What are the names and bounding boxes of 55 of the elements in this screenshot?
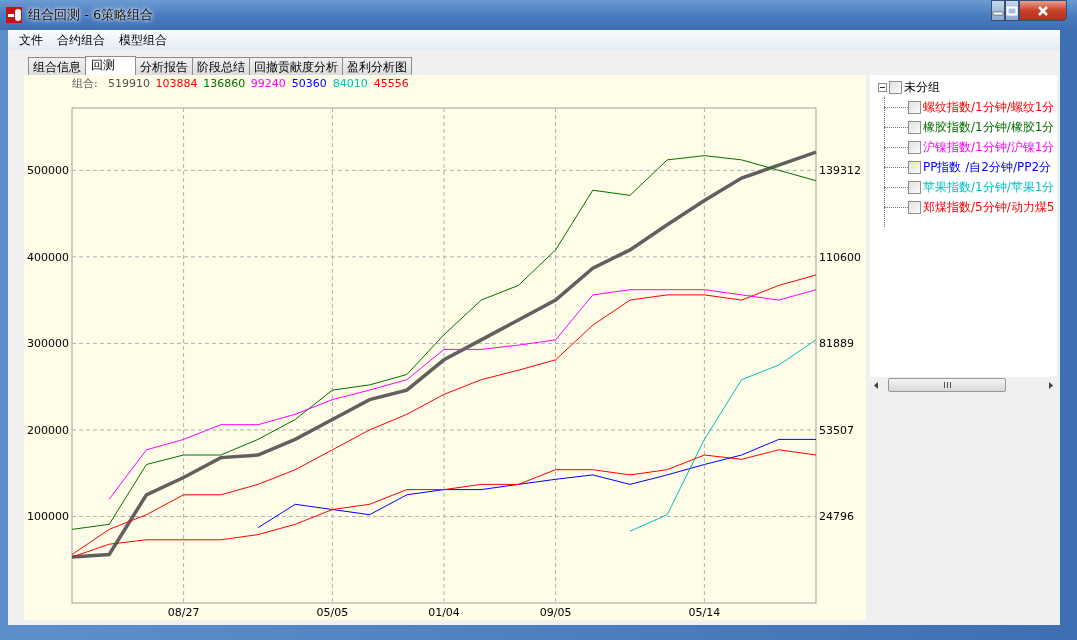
tree-item-label[interactable]: 螺纹指数/1分钟/螺纹1分	[923, 98, 1055, 116]
right-axis-label: 53507	[819, 423, 854, 437]
x-tick-label: 08/27	[167, 606, 200, 619]
tree-item-label[interactable]: 郑煤指数/5分钟/动力煤5	[923, 198, 1055, 216]
right-axis-label: 81889	[819, 337, 854, 351]
y-tick-label: 400000	[27, 250, 69, 264]
scrollbar-thumb[interactable]	[888, 378, 1006, 392]
tab[interactable]: 盈利分析图	[342, 57, 412, 75]
tree-item-label[interactable]: 橡胶指数/1分钟/橡胶1分	[923, 118, 1055, 136]
legend-value: 519910	[108, 77, 150, 90]
tab[interactable]: 组合信息	[28, 57, 86, 75]
legend-value: 84010	[332, 77, 368, 90]
checkbox[interactable]	[908, 200, 921, 214]
scroll-right-icon[interactable]	[1049, 381, 1053, 389]
x-tick-label: 05/05	[316, 606, 349, 619]
tab[interactable]: 分析报告	[135, 57, 193, 75]
y-tick-label: 500000	[27, 164, 69, 178]
x-tick-label: 09/05	[539, 606, 572, 619]
maximize-icon	[1006, 5, 1018, 16]
x-tick-label: 01/04	[428, 606, 460, 619]
legend-value: 136860	[203, 77, 246, 90]
scroll-left-icon[interactable]	[874, 381, 878, 389]
window-title: 组合回测 - 6策略组合	[28, 6, 155, 24]
tab[interactable]: 阶段总结	[192, 57, 250, 75]
legend-label: 组合:	[72, 77, 98, 90]
minimize-button[interactable]	[991, 0, 1005, 21]
maximize-button[interactable]	[1005, 0, 1019, 21]
menu-item[interactable]: 模型组合	[112, 31, 174, 49]
legend-value: 45556	[373, 77, 409, 90]
checkbox[interactable]	[908, 180, 921, 194]
right-axis-label: 24796	[819, 510, 854, 524]
close-icon	[1037, 5, 1049, 16]
tab[interactable]: 回撤贡献度分析	[249, 57, 343, 75]
right-axis-label: 110600	[819, 250, 861, 264]
x-tick-label: 05/14	[688, 606, 721, 619]
app-logo-icon	[6, 7, 22, 23]
checkbox[interactable]	[889, 80, 902, 94]
tree-item-label[interactable]: PP指数 /自2分钟/PP2分	[923, 158, 1052, 176]
checkbox[interactable]	[908, 160, 921, 174]
y-tick-label: 300000	[27, 337, 69, 351]
close-button[interactable]	[1019, 0, 1067, 21]
tab[interactable]: 回测	[85, 56, 136, 75]
tree-group-label[interactable]: 未分组	[904, 78, 940, 96]
checkbox[interactable]	[908, 140, 921, 154]
legend-value: 103884	[155, 77, 198, 90]
menu-item[interactable]: 合约组合	[50, 31, 112, 49]
checkbox[interactable]	[908, 120, 921, 134]
legend-value: 99240	[250, 77, 286, 90]
checkbox[interactable]	[908, 100, 921, 114]
y-tick-label: 100000	[27, 510, 69, 524]
menu-item[interactable]: 文件	[12, 31, 50, 49]
right-axis-label: 139312	[819, 164, 861, 178]
legend-value: 50360	[291, 77, 327, 90]
collapse-icon[interactable]	[878, 82, 887, 92]
y-tick-label: 200000	[27, 423, 69, 437]
